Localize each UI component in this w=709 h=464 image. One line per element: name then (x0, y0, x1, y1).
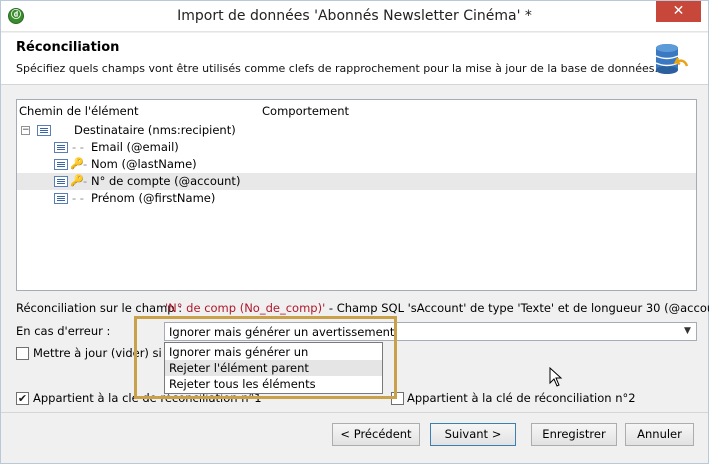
tree-connector: - (83, 157, 88, 171)
tree-row-label: N° de compte (@account) (91, 174, 241, 188)
tree-connector: - - (72, 140, 84, 154)
column-header-path[interactable]: Chemin de l'élément (19, 104, 139, 118)
tree-row-label: Prénom (@firstName) (91, 191, 216, 205)
column-header-behavior[interactable]: Comportement (262, 104, 349, 118)
tree-row-label: Nom (@lastName) (91, 157, 197, 171)
field-icon (54, 176, 68, 187)
field-icon (54, 142, 68, 153)
highlight-frame (134, 316, 397, 399)
tree-row-label: Email (@email) (91, 140, 179, 154)
save-button[interactable]: Enregistrer (531, 423, 617, 446)
previous-button[interactable]: < Précédent (332, 423, 420, 446)
cancel-button[interactable]: Annuler (625, 423, 694, 446)
tree-row-lastname[interactable]: 🔑 - Nom (@lastName) (17, 156, 696, 173)
key1-checkbox[interactable]: ✔ (16, 392, 29, 405)
tree-connector: - - (72, 191, 84, 205)
page-description: Spécifiez quels champs vont être utilisé… (16, 62, 659, 75)
tree-row-email[interactable]: - - Email (@email) (17, 139, 696, 156)
field-icon (54, 193, 68, 204)
error-label: En cas d'erreur : (16, 324, 111, 338)
mouse-cursor-icon (549, 367, 563, 387)
reconciliation-tree[interactable]: Chemin de l'élément Comportement − Desti… (16, 99, 697, 291)
next-button[interactable]: Suivant > (430, 423, 516, 446)
update-empty-checkbox[interactable] (16, 347, 29, 360)
wizard-header: Réconciliation Spécifiez quels champs vo… (1, 33, 708, 85)
title-bar: ⓓ Import de données 'Abonnés Newsletter … (1, 1, 708, 32)
reconciliation-field-info: 'N° de comp (No_de_comp)' - Champ SQL 's… (165, 301, 709, 315)
key-icon: 🔑 (70, 174, 84, 187)
field-icon (54, 159, 68, 170)
tree-row-account[interactable]: 🔑 - N° de compte (@account) (17, 173, 696, 190)
chevron-down-icon[interactable]: ▼ (680, 324, 695, 339)
field-details: - Champ SQL 'sAccount' de type 'Texte' e… (325, 301, 709, 315)
tree-row-firstname[interactable]: - - Prénom (@firstName) (17, 190, 696, 207)
collapse-icon[interactable]: − (21, 126, 30, 135)
table-icon (37, 125, 51, 136)
reconciliation-field-label: Réconciliation sur le champ : (16, 301, 183, 315)
tree-row-label: Destinataire (nms:recipient) (74, 123, 236, 137)
window-title: Import de données 'Abonnés Newsletter Ci… (177, 8, 532, 24)
close-button[interactable]: ✕ (656, 1, 701, 22)
footer-divider (1, 412, 708, 413)
page-title: Réconciliation (16, 40, 120, 55)
tree-connector: - (83, 174, 88, 188)
field-name: 'N° de comp (No_de_comp)' (165, 301, 326, 315)
database-update-icon (655, 44, 688, 74)
import-dialog: ⓓ Import de données 'Abonnés Newsletter … (0, 0, 709, 464)
key-icon: 🔑 (70, 157, 84, 170)
key2-label[interactable]: Appartient à la clé de réconciliation n°… (407, 391, 636, 405)
tree-row-recipient[interactable]: − Destinataire (nms:recipient) (17, 122, 696, 139)
tree-header: Chemin de l'élément Comportement (17, 104, 696, 120)
